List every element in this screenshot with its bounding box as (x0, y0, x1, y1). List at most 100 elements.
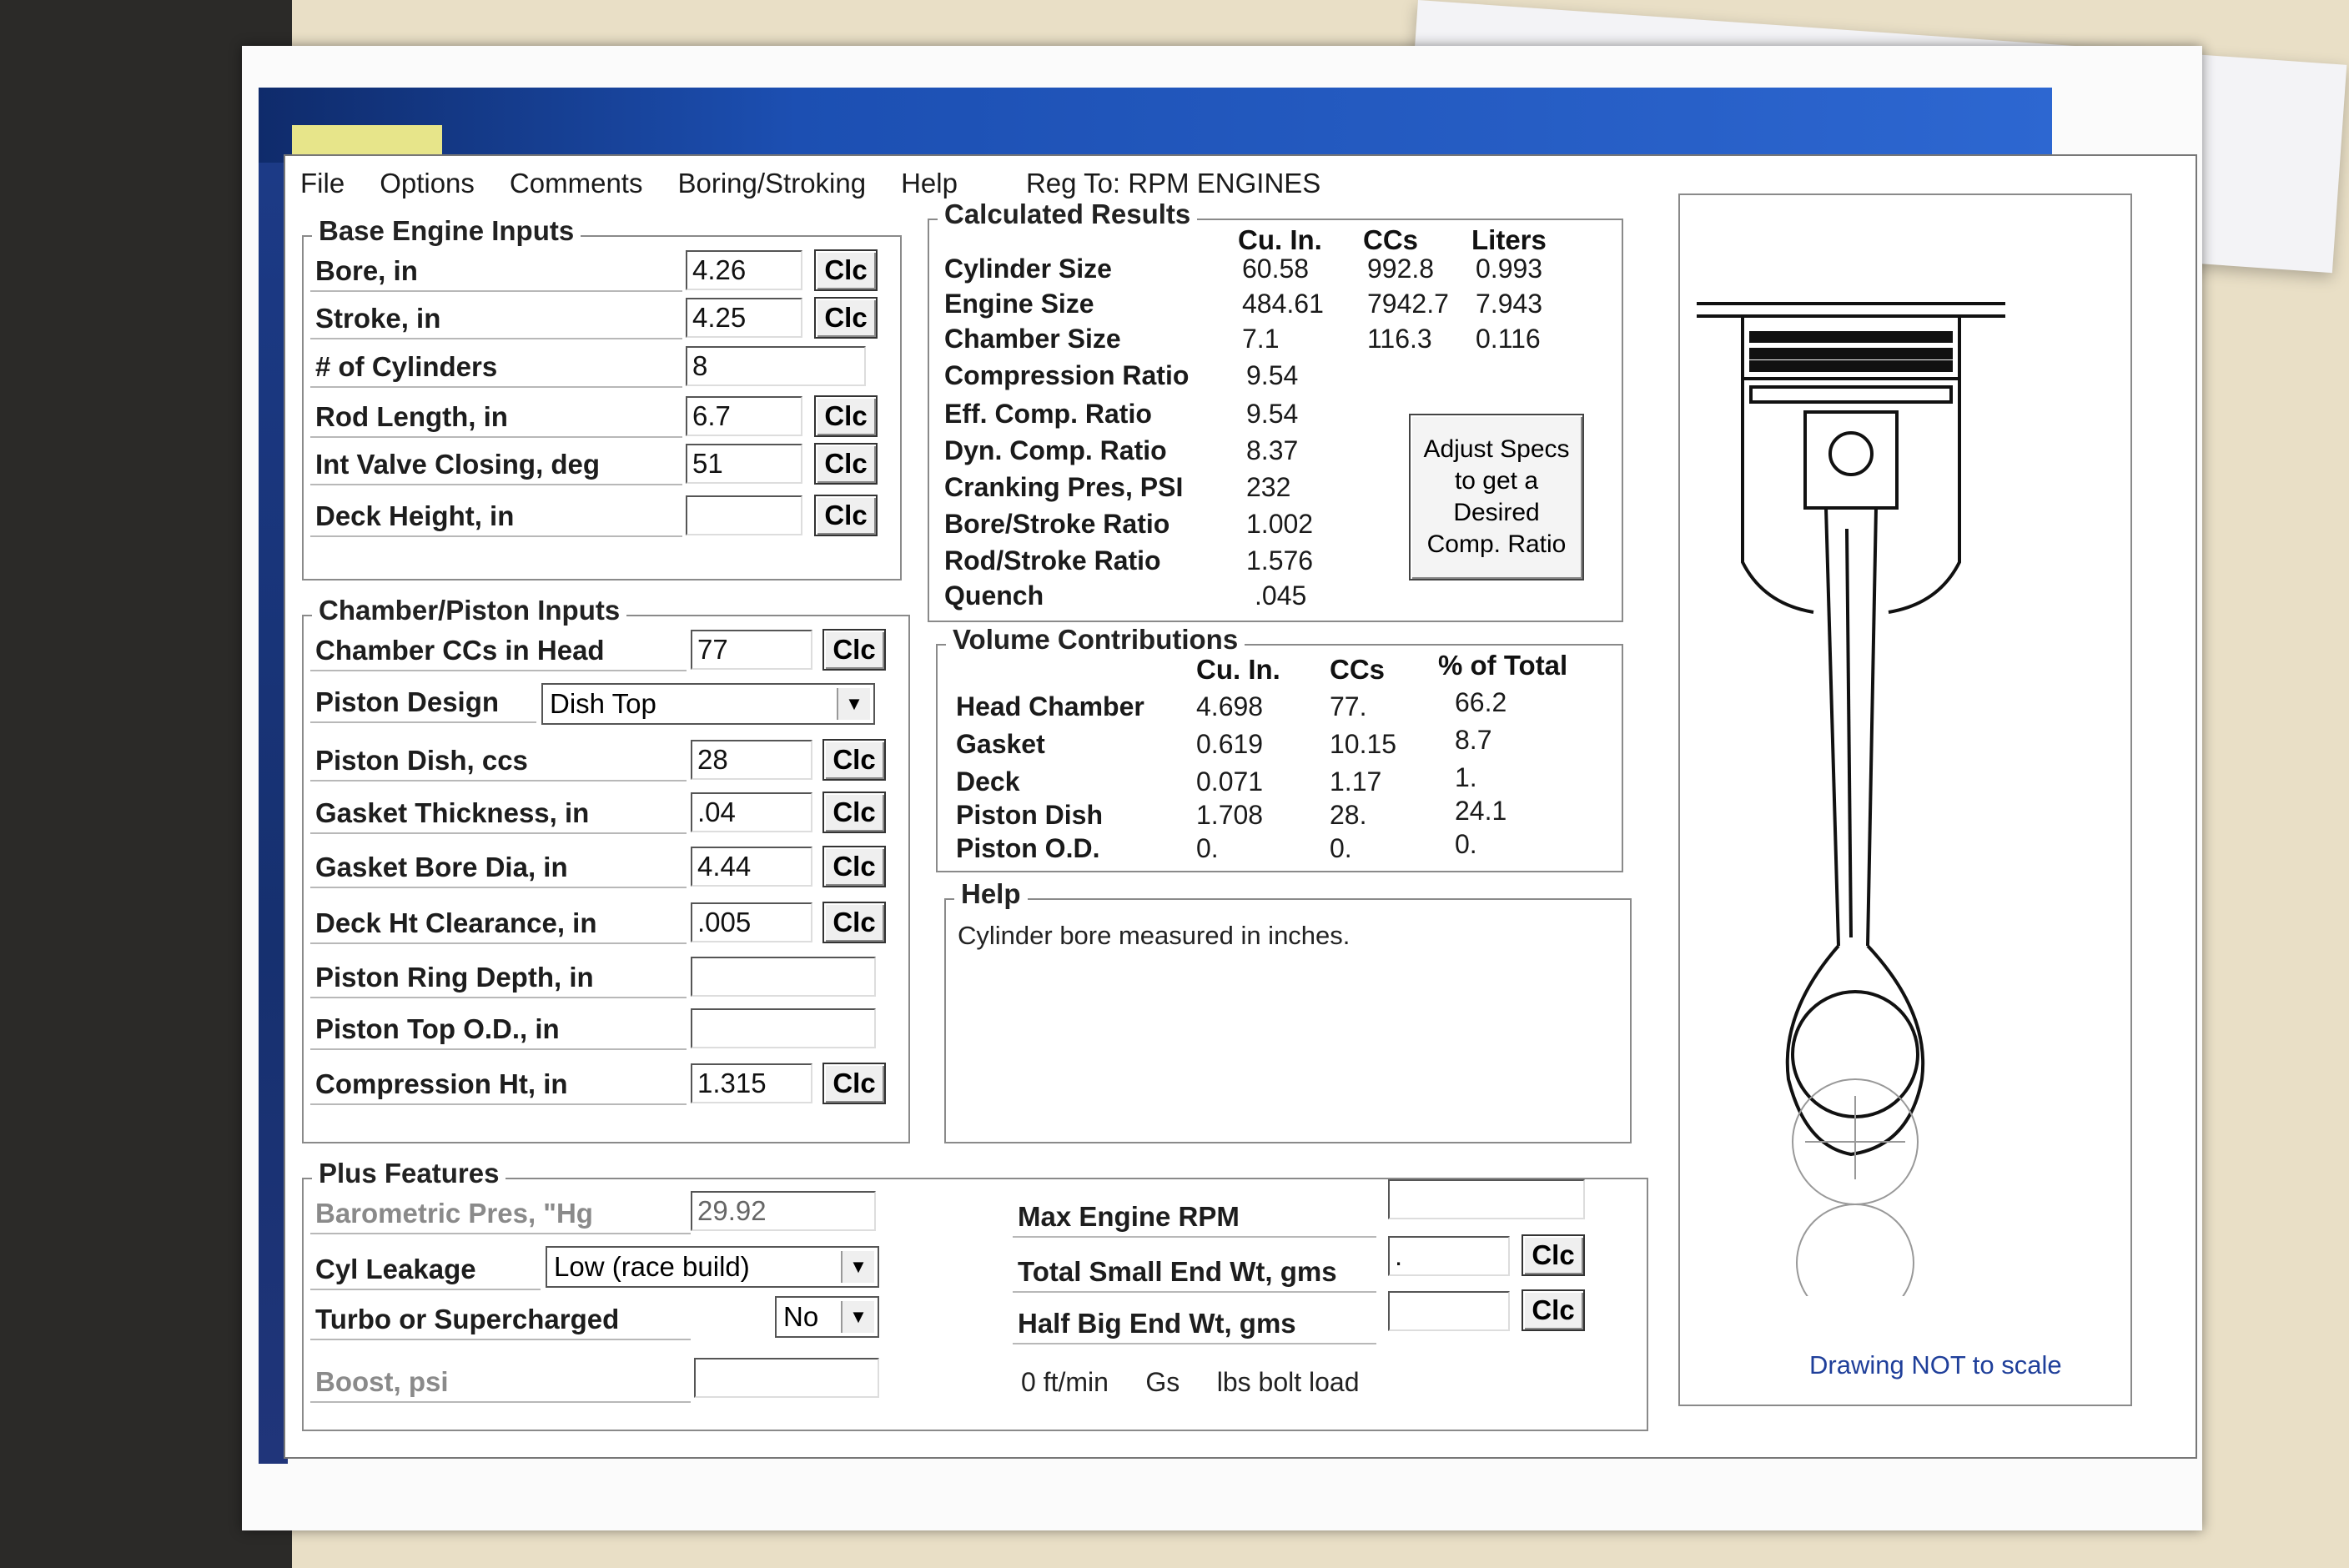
piston-design-select[interactable]: Dish Top ▼ (541, 683, 875, 725)
quench-value: .045 (1255, 580, 1307, 611)
vol-col-ccs: CCs (1330, 654, 1386, 685)
compression-ratio-label: Compression Ratio (944, 360, 1190, 390)
chevron-down-icon[interactable]: ▼ (841, 1251, 874, 1283)
chamber-ccs-label: Chamber CCs in Head (310, 631, 687, 671)
chamber-ccs-input[interactable]: 77 (691, 630, 812, 670)
deck-clearance-clc-button[interactable]: Clc (822, 902, 886, 943)
stroke-label: Stroke, in (310, 299, 682, 339)
rod-length-clc-button[interactable]: Clc (814, 395, 878, 437)
menu-comments[interactable]: Comments (510, 168, 643, 199)
ivc-input[interactable]: 51 (686, 444, 802, 484)
app-window: File Options Comments Boring/Stroking He… (284, 154, 2197, 1459)
compression-height-input[interactable]: 1.315 (691, 1063, 812, 1103)
ivc-clc-button[interactable]: Clc (814, 443, 878, 485)
big-end-clc-button[interactable]: Clc (1522, 1289, 1585, 1331)
calc-row-ccs: 7942.7 (1367, 289, 1449, 319)
chamber-ccs-clc-button[interactable]: Clc (822, 629, 886, 671)
vol-col-cuin: Cu. In. (1196, 654, 1280, 685)
chamber-piston-inputs-title: Chamber/Piston Inputs (312, 595, 627, 626)
turbo-label: Turbo or Supercharged (310, 1300, 691, 1340)
calc-row-liters: 7.943 (1476, 289, 1543, 319)
vol-row-pct: 24.1 (1455, 796, 1507, 826)
cylinders-input[interactable]: 8 (686, 346, 866, 386)
small-end-input[interactable]: . (1388, 1236, 1510, 1276)
boost-input[interactable] (694, 1358, 879, 1398)
turbo-select[interactable]: No ▼ (775, 1296, 879, 1338)
vol-row-pct: 0. (1455, 829, 1477, 859)
calculated-results-title: Calculated Results (938, 199, 1198, 230)
deck-height-input[interactable] (686, 495, 802, 535)
stroke-input[interactable]: 4.25 (686, 298, 802, 338)
calc-col-liters: Liters (1471, 224, 1547, 255)
gasket-thickness-input[interactable]: .04 (691, 792, 812, 832)
bore-stroke-ratio-value: 1.002 (1246, 509, 1314, 539)
calc-col-ccs: CCs (1363, 224, 1419, 255)
turbo-value: No (783, 1301, 819, 1332)
dyn-comp-ratio-value: 8.37 (1246, 435, 1299, 465)
deck-height-label: Deck Height, in (310, 497, 682, 537)
vol-row-label: Piston O.D. (956, 833, 1100, 863)
bore-input[interactable]: 4.26 (686, 250, 802, 290)
menu-boring-stroking[interactable]: Boring/Stroking (677, 168, 866, 199)
calc-row-liters: 0.993 (1476, 254, 1543, 284)
piston-design-value: Dish Top (550, 688, 656, 719)
menu-help[interactable]: Help (901, 168, 958, 199)
piston-top-od-input[interactable] (691, 1008, 876, 1048)
vol-row-ccs: 0. (1330, 833, 1352, 863)
vol-row-label: Deck (956, 766, 1020, 797)
chamber-piston-inputs-group: Chamber/Piston Inputs Chamber CCs in Hea… (302, 595, 910, 1143)
compression-height-clc-button[interactable]: Clc (822, 1063, 886, 1104)
volume-contributions-group: Volume Contributions Cu. In. CCs % of To… (936, 624, 1623, 872)
rod-stroke-ratio-value: 1.576 (1246, 545, 1314, 575)
small-end-label: Total Small End Wt, gms (1013, 1253, 1376, 1293)
ring-depth-label: Piston Ring Depth, in (310, 958, 687, 998)
vol-row-ccs: 28. (1330, 800, 1367, 830)
deck-height-clc-button[interactable]: Clc (814, 495, 878, 536)
calc-col-cuin: Cu. In. (1238, 224, 1322, 255)
piston-dish-input[interactable]: 28 (691, 740, 812, 780)
help-title: Help (954, 878, 1028, 910)
vol-row-ccs: 10.15 (1330, 729, 1397, 759)
bore-stroke-ratio-label: Bore/Stroke Ratio (944, 509, 1170, 539)
stroke-clc-button[interactable]: Clc (814, 297, 878, 339)
piston-dish-clc-button[interactable]: Clc (822, 739, 886, 781)
chevron-down-icon[interactable]: ▼ (837, 688, 870, 720)
menu-options[interactable]: Options (380, 168, 475, 199)
gasket-thickness-clc-button[interactable]: Clc (822, 792, 886, 833)
ivc-label: Int Valve Closing, deg (310, 445, 682, 485)
help-text: Cylinder bore measured in inches. (958, 921, 1351, 950)
calc-row-label: Chamber Size (944, 324, 1121, 354)
base-engine-inputs-title: Base Engine Inputs (312, 215, 581, 247)
chevron-down-icon[interactable]: ▼ (841, 1301, 874, 1333)
quench-label: Quench (944, 580, 1044, 611)
rod-length-label: Rod Length, in (310, 398, 682, 438)
calc-row-ccs: 116.3 (1367, 324, 1432, 354)
calc-row-cuin: 7.1 (1242, 324, 1280, 354)
eff-comp-ratio-label: Eff. Comp. Ratio (944, 399, 1152, 429)
drawing-panel: Drawing NOT to scale (1678, 193, 2132, 1406)
deck-clearance-input[interactable]: .005 (691, 902, 812, 942)
vol-row-pct: 1. (1455, 762, 1477, 792)
barometric-input[interactable]: 29.92 (691, 1191, 876, 1231)
piston-rod-drawing (1697, 302, 2005, 1296)
vol-row-pct: 66.2 (1455, 687, 1507, 717)
title-band (259, 88, 2052, 163)
big-end-input[interactable] (1388, 1291, 1510, 1331)
rod-length-input[interactable]: 6.7 (686, 396, 802, 436)
gasket-bore-clc-button[interactable]: Clc (822, 846, 886, 887)
bore-clc-button[interactable]: Clc (814, 249, 878, 291)
ring-depth-input[interactable] (691, 957, 876, 997)
vol-col-pct: % of Total (1438, 650, 1568, 681)
plus-features-group: Plus Features Barometric Pres, "Hg 29.92… (302, 1158, 1648, 1431)
vol-row-ccs: 1.17 (1330, 766, 1382, 797)
adjust-specs-button[interactable]: Adjust Specs to get a Desired Comp. Rati… (1409, 414, 1584, 580)
cyl-leakage-select[interactable]: Low (race build) ▼ (546, 1246, 879, 1288)
barometric-label: Barometric Pres, "Hg (310, 1194, 691, 1234)
menu-file[interactable]: File (300, 168, 345, 199)
cyl-leakage-label: Cyl Leakage (310, 1250, 541, 1290)
vol-row-cuin: 0.619 (1196, 729, 1264, 759)
max-rpm-input[interactable] (1388, 1179, 1585, 1219)
gasket-bore-input[interactable]: 4.44 (691, 847, 812, 887)
vol-row-label: Piston Dish (956, 800, 1104, 830)
small-end-clc-button[interactable]: Clc (1522, 1234, 1585, 1276)
